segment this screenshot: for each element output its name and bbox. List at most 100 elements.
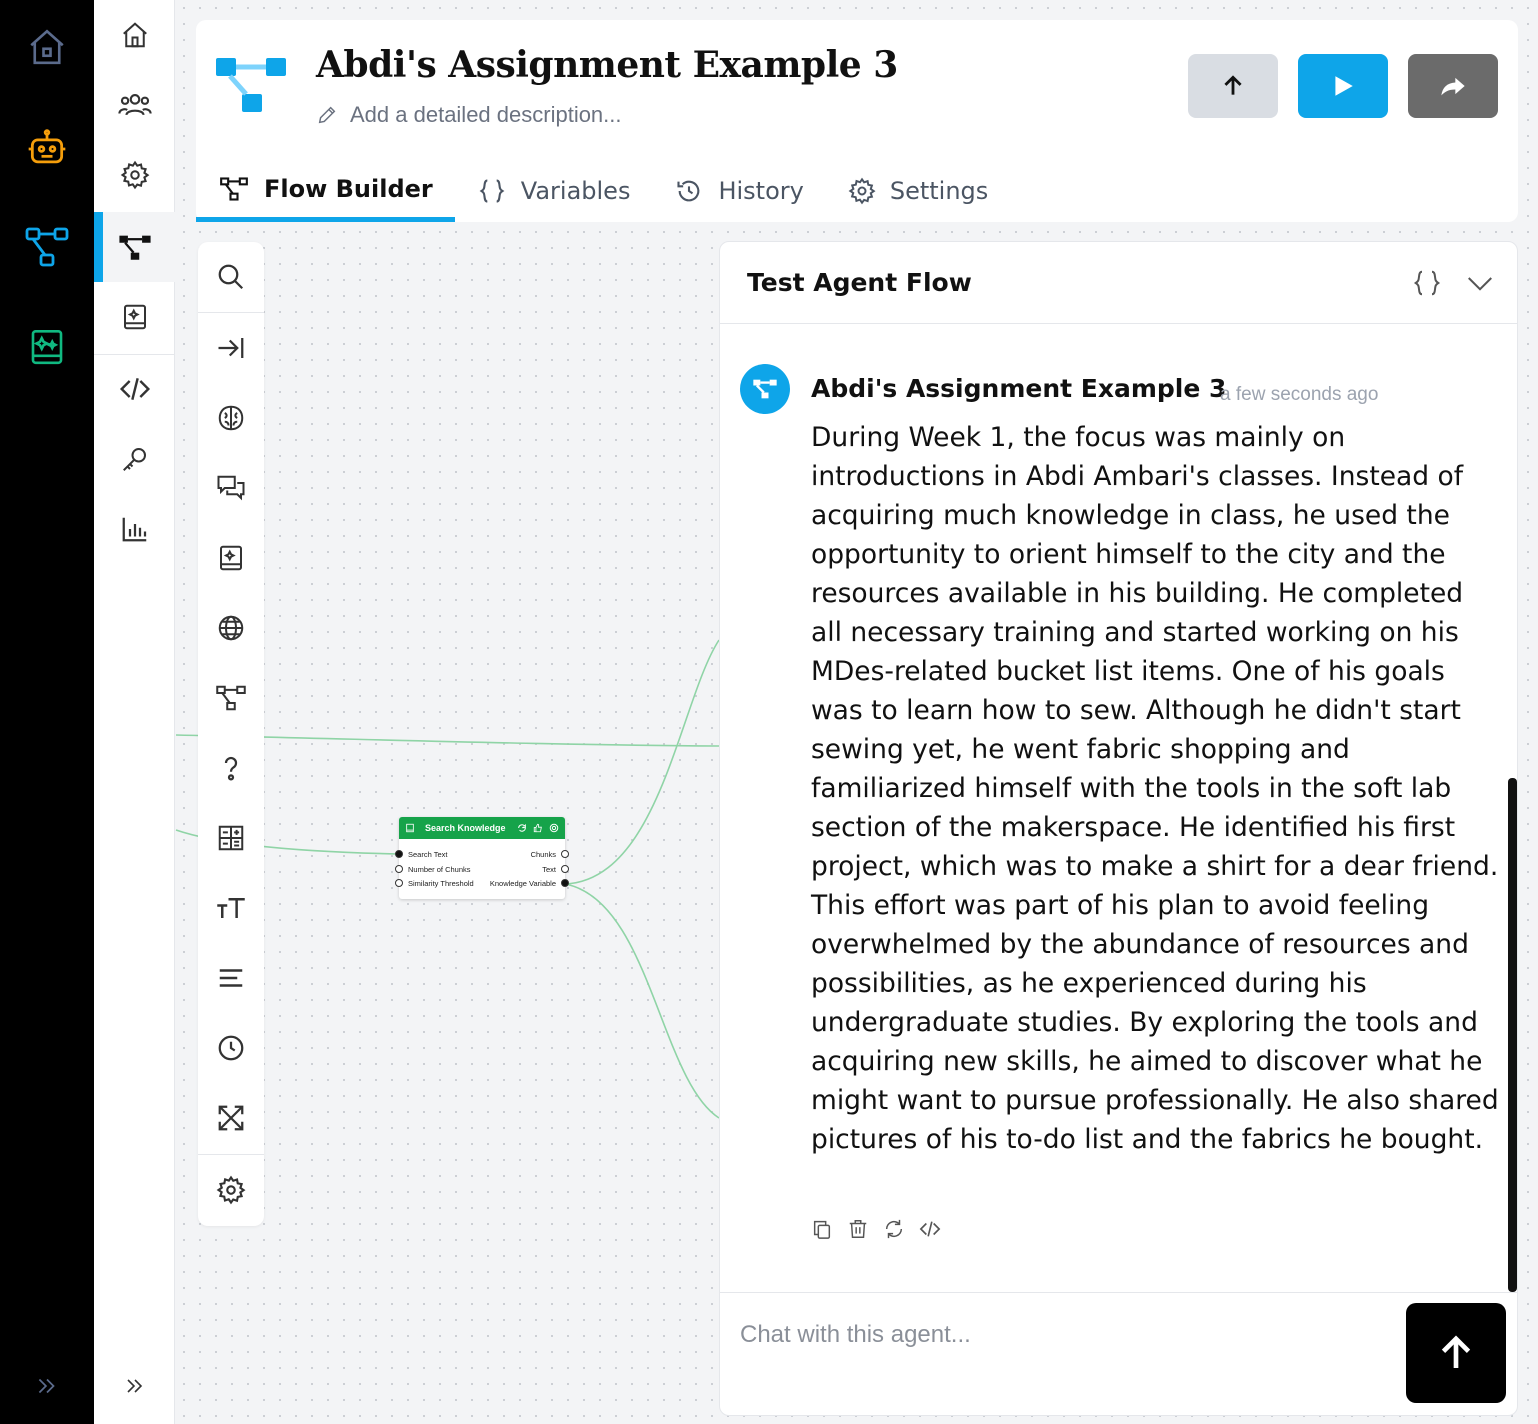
sidebar-item-analytics[interactable]	[94, 494, 175, 564]
chevron-down-icon[interactable]	[1465, 268, 1495, 298]
tab-flow-builder-label: Flow Builder	[264, 174, 433, 203]
code-icon	[119, 378, 150, 400]
tool-text-format[interactable]	[198, 873, 264, 943]
share-icon	[1441, 77, 1465, 96]
code-icon[interactable]	[919, 1218, 941, 1240]
output-port-chunks[interactable]	[561, 850, 569, 858]
arrow-up-icon	[1224, 75, 1242, 95]
message-author: Abdi's Assignment Example 3	[811, 374, 1227, 403]
tool-search[interactable]	[198, 242, 264, 312]
sidebar-item-api-keys[interactable]	[94, 424, 175, 494]
test-agent-panel: Test Agent Flow Abdi's Assignment Exampl…	[719, 241, 1518, 1416]
tab-variables[interactable]: Variables	[455, 160, 653, 222]
trash-icon[interactable]	[847, 1218, 869, 1240]
chat-icon	[217, 475, 245, 501]
tab-variables-label: Variables	[520, 177, 631, 205]
node-title: Search Knowledge	[425, 823, 506, 833]
question-icon	[224, 756, 238, 781]
flow-icon	[25, 227, 69, 267]
users-icon	[117, 94, 152, 116]
rail-knowledge-button[interactable]	[0, 312, 94, 382]
refresh-icon[interactable]	[517, 823, 527, 833]
rail-agents-button[interactable]	[0, 114, 94, 184]
input-port-search-text[interactable]	[395, 850, 403, 858]
node-output-label: Text	[542, 865, 556, 874]
home-icon	[30, 29, 64, 65]
tab-history[interactable]: History	[652, 160, 825, 222]
sidebar-item-settings[interactable]	[94, 140, 175, 210]
search-icon	[218, 264, 244, 290]
chat-scrollbar[interactable]	[1508, 778, 1517, 1292]
tool-web[interactable]	[198, 593, 264, 663]
chat-input[interactable]	[740, 1315, 1380, 1355]
tool-llm[interactable]	[198, 383, 264, 453]
share-button[interactable]	[1408, 54, 1498, 118]
copy-icon[interactable]	[811, 1218, 833, 1240]
run-button[interactable]	[1298, 54, 1388, 118]
play-icon	[1335, 76, 1353, 96]
sidebar-item-home[interactable]	[94, 0, 175, 70]
description-placeholder: Add a detailed description...	[350, 102, 622, 127]
gear-icon	[120, 160, 149, 190]
bar-chart-icon	[122, 517, 146, 542]
knowledge-book-icon	[123, 304, 146, 330]
refresh-icon[interactable]	[883, 1218, 905, 1240]
tool-chat[interactable]	[198, 453, 264, 523]
input-port-similarity-threshold[interactable]	[395, 879, 403, 887]
thumbs-up-icon[interactable]	[533, 823, 543, 833]
tool-schedule[interactable]	[198, 1013, 264, 1083]
node-header[interactable]: Search Knowledge	[399, 817, 565, 839]
search-knowledge-node[interactable]: Search Knowledge Search Text Number of C…	[395, 817, 569, 899]
panel-title: Test Agent Flow	[747, 268, 972, 297]
brain-icon	[218, 405, 244, 431]
text-lines-icon	[219, 969, 243, 987]
tab-settings-label: Settings	[889, 177, 989, 205]
input-port-number-of-chunks[interactable]	[395, 865, 403, 873]
message-text: During Week 1, the focus was mainly on i…	[811, 422, 1499, 1155]
send-button[interactable]	[1406, 1303, 1506, 1403]
publish-button[interactable]	[1188, 54, 1278, 118]
double-chevron-right-icon	[126, 1379, 142, 1393]
home-icon	[122, 22, 147, 48]
rail-flows-button[interactable]	[0, 212, 94, 282]
key-icon	[122, 448, 146, 471]
sidebar-item-users[interactable]	[94, 70, 175, 140]
tool-fit-view[interactable]	[198, 1083, 264, 1153]
sidebar-item-knowledge[interactable]	[94, 282, 175, 352]
tab-flow-builder[interactable]: Flow Builder	[196, 160, 455, 222]
message-timestamp: a few seconds ago	[1220, 384, 1379, 405]
output-port-knowledge-variable[interactable]	[561, 879, 569, 887]
flow-title[interactable]: Abdi's Assignment Example 3	[316, 44, 898, 86]
pencil-icon	[318, 106, 336, 124]
flow-logo-icon	[216, 58, 286, 112]
sidebar-expand-button[interactable]	[94, 1366, 175, 1406]
robot-icon	[28, 129, 66, 164]
primary-rail	[0, 0, 94, 1424]
knowledge-book-icon	[220, 545, 242, 571]
description-row[interactable]: Add a detailed description...	[316, 102, 622, 128]
tool-input[interactable]	[198, 313, 264, 383]
rail-home-button[interactable]	[0, 12, 94, 82]
tool-settings[interactable]	[198, 1155, 264, 1225]
clock-icon	[218, 1035, 244, 1061]
sidebar-item-flows[interactable]	[94, 212, 175, 282]
double-chevron-right-icon	[38, 1378, 55, 1394]
node-input-label: Similarity Threshold	[408, 879, 474, 888]
sidebar-item-code[interactable]	[94, 354, 175, 424]
output-port-text[interactable]	[561, 865, 569, 873]
flow-icon	[118, 235, 151, 260]
tool-condition[interactable]	[198, 733, 264, 803]
braces-icon[interactable]	[1411, 268, 1443, 298]
tool-knowledge[interactable]	[198, 523, 264, 593]
tab-settings[interactable]: Settings	[826, 160, 1010, 222]
flow-icon	[216, 685, 246, 711]
text-size-icon	[217, 898, 245, 918]
gear-icon[interactable]	[549, 823, 559, 833]
chat-composer	[720, 1292, 1517, 1415]
flow-tabs: Flow Builder Variables History Settings	[196, 160, 1010, 222]
flow-header: Abdi's Assignment Example 3 Add a detail…	[196, 20, 1518, 222]
tool-text[interactable]	[198, 943, 264, 1013]
tool-calculator[interactable]	[198, 803, 264, 873]
tool-subflow[interactable]	[198, 663, 264, 733]
rail-expand-button[interactable]	[0, 1366, 94, 1406]
